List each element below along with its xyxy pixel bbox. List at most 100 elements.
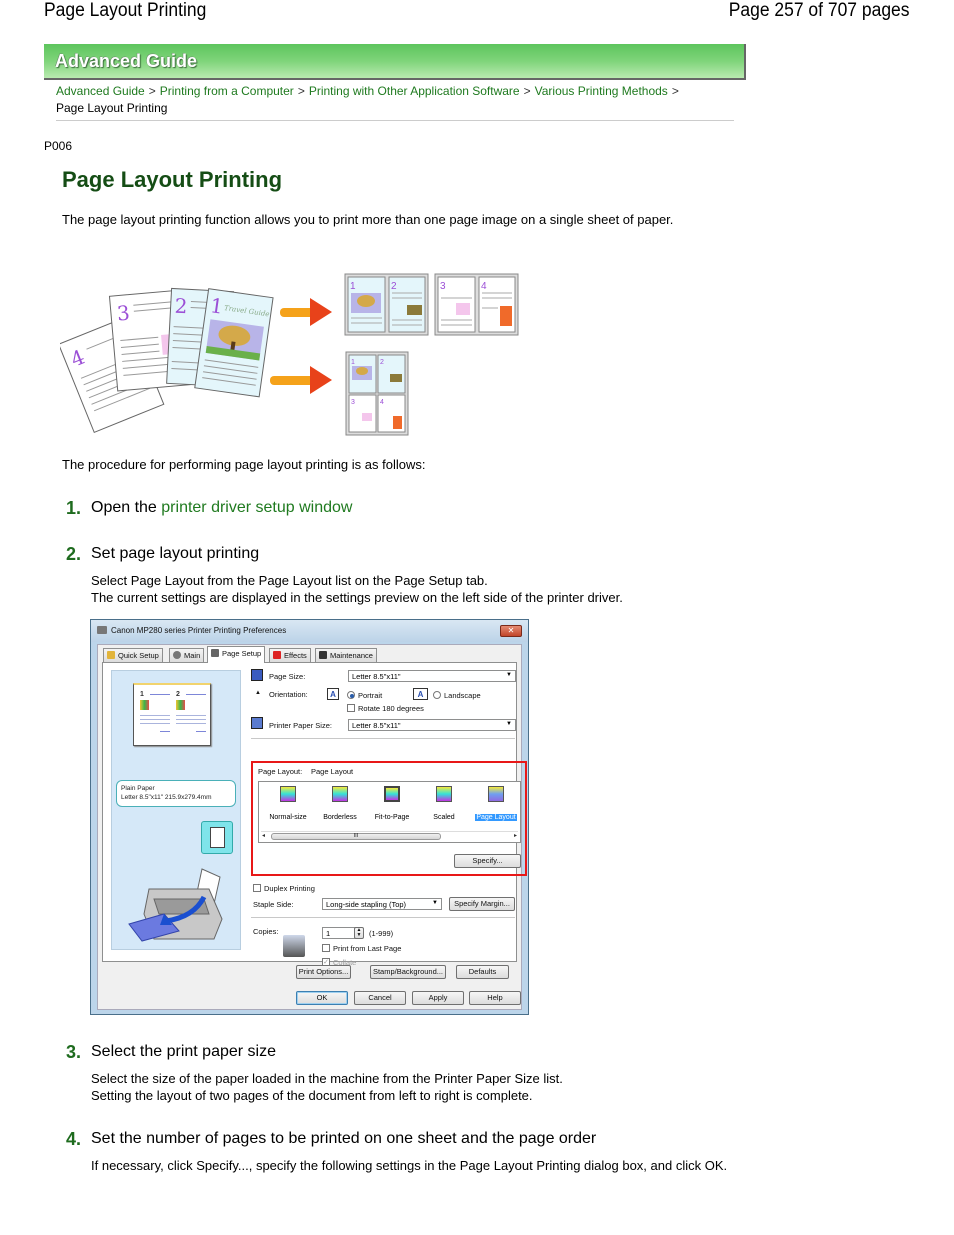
apply-button[interactable]: Apply [412, 991, 464, 1005]
maintenance-icon [319, 651, 327, 659]
step-body: Select Page Layout from the Page Layout … [91, 572, 731, 606]
breadcrumb-link-other-application-software[interactable]: Printing with Other Application Software [309, 84, 520, 98]
printer-paper-size-icon [251, 717, 263, 729]
ok-button[interactable]: OK [296, 991, 348, 1005]
svg-text:1: 1 [350, 281, 356, 292]
breadcrumb-current: Page Layout Printing [56, 101, 168, 115]
breadcrumb-link-advanced-guide[interactable]: Advanced Guide [56, 84, 145, 98]
layout-option-scaled[interactable]: Scaled [418, 786, 470, 824]
defaults-button[interactable]: Defaults [456, 965, 509, 979]
svg-text:4: 4 [481, 281, 487, 292]
advanced-guide-banner: Advanced Guide [44, 44, 746, 80]
orientation-preview-icon [201, 821, 233, 854]
page-setup-panel: 1 2 Plain Paper Letter 8.5"x11" 215.9x27… [102, 662, 527, 967]
page-layout-value: Page Layout [311, 767, 354, 776]
breadcrumb-separator: > [671, 84, 679, 98]
step-body: Select the size of the paper loaded in t… [91, 1070, 731, 1104]
close-button[interactable]: ✕ [500, 625, 522, 637]
svg-text:3: 3 [351, 399, 355, 406]
step-title: Set the number of pages to be printed on… [91, 1130, 597, 1147]
chevron-down-icon: ▼ [506, 721, 512, 727]
svg-text:3: 3 [116, 301, 131, 326]
arrow-icon-top [280, 298, 332, 326]
scroll-right-icon[interactable]: ▸ [514, 832, 517, 839]
breadcrumb: Advanced Guide > Printing from a Computer >… [56, 83, 736, 117]
printer-preferences-dialog: Canon MP280 series Printer Printing Pref… [90, 619, 529, 1015]
procedure-intro: The procedure for performing page layout… [62, 457, 426, 472]
page-size-select[interactable]: Letter 8.5"x11" ▼ [348, 670, 516, 682]
arrow-icon-bottom [270, 366, 332, 394]
layout-option-page-layout[interactable]: Page Layout [470, 786, 522, 824]
breadcrumb-separator: > [148, 84, 156, 98]
print-from-last-page-checkbox[interactable] [322, 944, 330, 952]
stamp-background-button[interactable]: Stamp/Background... [370, 965, 446, 979]
cancel-button[interactable]: Cancel [354, 991, 406, 1005]
tab-maintenance[interactable]: Maintenance [315, 648, 377, 662]
printer-paper-size-select[interactable]: Letter 8.5"x11" ▼ [348, 719, 516, 731]
print-from-last-page-label: Print from Last Page [333, 944, 402, 953]
quick-setup-icon [107, 651, 115, 659]
step-body-line: The current settings are displayed in th… [91, 590, 623, 605]
copies-input[interactable]: 1 [322, 927, 356, 939]
layout-option-borderless[interactable]: Borderless [314, 786, 366, 824]
borderless-icon [332, 786, 348, 802]
chevron-down-icon: ▼ [432, 900, 438, 906]
bullet-icon: ▲ [255, 690, 261, 696]
staple-side-select[interactable]: Long-side stapling (Top) ▼ [322, 898, 442, 910]
staple-side-label: Staple Side: [253, 900, 294, 909]
preview-page-2: 2 [176, 691, 206, 735]
copies-stack-icon [283, 935, 305, 957]
layout-option-normal-size[interactable]: Normal-size [262, 786, 314, 824]
landscape-label: Landscape [444, 691, 481, 700]
scrollbar-thumb[interactable]: III [271, 833, 441, 840]
rotate-180-checkbox[interactable] [347, 704, 355, 712]
scroll-left-icon[interactable]: ◂ [262, 832, 265, 839]
printer-icon [128, 868, 223, 942]
divider [251, 738, 515, 739]
paper-info-box: Plain Paper Letter 8.5"x11" 215.9x279.4m… [116, 780, 236, 807]
breadcrumb-separator: > [523, 84, 531, 98]
step-number: 1. [66, 498, 82, 518]
step-body-line: Setting the layout of two pages of the d… [91, 1088, 533, 1103]
breadcrumb-link-various-printing-methods[interactable]: Various Printing Methods [535, 84, 668, 98]
duplex-printing-checkbox[interactable] [253, 884, 261, 892]
dialog-title: Canon MP280 series Printer Printing Pref… [111, 626, 287, 635]
specify-button[interactable]: Specify... [454, 854, 521, 868]
paper-size: Letter 8.5"x11" 215.9x279.4mm [121, 794, 212, 801]
page-title: Page Layout Printing [62, 167, 283, 192]
tab-quick-setup[interactable]: Quick Setup [103, 648, 163, 662]
help-button[interactable]: Help [469, 991, 521, 1005]
step-body: If necessary, click Specify..., specify … [91, 1157, 731, 1174]
landscape-icon: A [413, 688, 428, 700]
printer-driver-setup-link[interactable]: printer driver setup window [161, 499, 352, 516]
breadcrumb-link-printing-from-computer[interactable]: Printing from a Computer [160, 84, 294, 98]
portrait-icon: A [327, 688, 339, 700]
page-size-icon [251, 669, 263, 681]
tab-page-setup[interactable]: Page Setup [207, 646, 266, 663]
svg-text:2: 2 [174, 294, 188, 319]
divider [251, 917, 515, 918]
page-layout-list: Normal-size Borderless Fit-to-Page Scale… [258, 781, 521, 843]
tab-main[interactable]: Main [169, 648, 205, 662]
step-number: 4. [66, 1129, 82, 1149]
orientation-label: Orientation: [269, 690, 308, 699]
printer-icon [97, 626, 107, 634]
tab-effects[interactable]: Effects [269, 648, 311, 662]
scaled-icon [436, 786, 452, 802]
portrait-radio[interactable] [347, 691, 355, 699]
landscape-radio[interactable] [433, 691, 441, 699]
layout-list-scrollbar[interactable]: ◂ III ▸ [261, 831, 518, 840]
copies-range: (1-999) [369, 929, 394, 938]
printer-paper-size-label: Printer Paper Size: [269, 721, 332, 730]
chevron-down-icon: ▼ [506, 672, 512, 678]
specify-margin-button[interactable]: Specify Margin... [449, 897, 515, 911]
svg-text:2: 2 [391, 281, 397, 292]
fit-to-page-icon [384, 786, 400, 802]
copies-stepper[interactable]: ▲ ▼ [354, 927, 364, 939]
print-options-button[interactable]: Print Options... [296, 965, 351, 979]
page-layout-illustration: 4 3 2 1 Travel Guide 1 2 3 4 1 2 3 4 [60, 273, 519, 436]
main-icon [173, 651, 181, 659]
preview-page-1: 1 [140, 691, 170, 735]
dialog-body: Quick Setup Main Page Setup Effects Main… [97, 644, 527, 1010]
layout-option-fit-to-page[interactable]: Fit-to-Page [366, 786, 418, 824]
